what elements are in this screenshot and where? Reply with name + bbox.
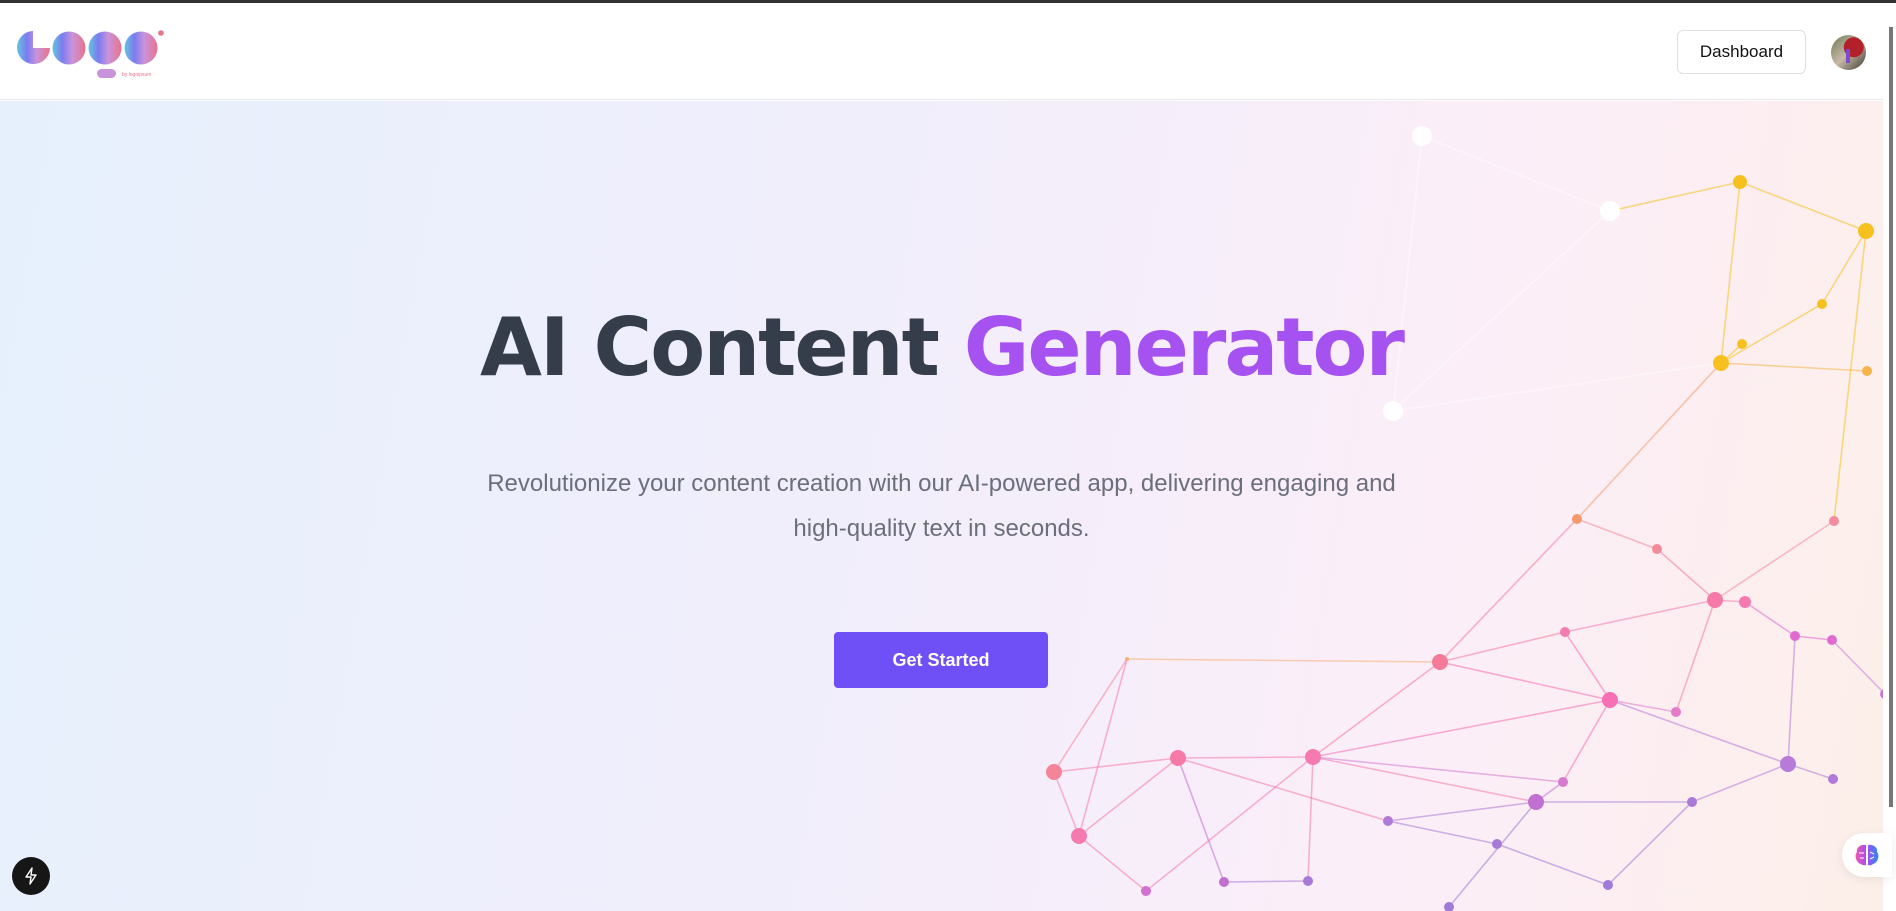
network-node	[1603, 880, 1613, 890]
network-edge	[1609, 699, 1789, 765]
network-edge	[1576, 518, 1658, 550]
network-edge	[1794, 635, 1833, 641]
network-node	[1790, 631, 1800, 641]
network-node	[1707, 592, 1723, 608]
network-node	[1558, 777, 1568, 787]
network-edge	[1421, 135, 1611, 212]
svg-text:by logoipsum: by logoipsum	[122, 72, 151, 78]
network-node	[1383, 816, 1393, 826]
network-edge	[1307, 756, 1314, 882]
network-edge	[1387, 801, 1537, 822]
title-main: AI Content	[480, 301, 940, 394]
lightning-icon[interactable]	[12, 857, 50, 895]
user-avatar[interactable]	[1831, 35, 1866, 70]
network-edge	[1053, 658, 1128, 773]
network-edge	[1177, 757, 1389, 822]
network-node	[1733, 175, 1747, 189]
scrollbar-thumb[interactable]	[1889, 27, 1893, 807]
network-node	[1219, 877, 1229, 887]
network-edge	[1312, 756, 1537, 803]
scrollbar[interactable]	[1883, 3, 1896, 911]
network-edge	[1831, 639, 1883, 694]
network-edge	[1177, 757, 1225, 883]
network-node	[1600, 201, 1620, 221]
network-node	[1303, 876, 1313, 886]
hero-section: AI Content Generator Revolutionize your …	[0, 101, 1883, 911]
network-node	[1739, 596, 1751, 608]
network-edge	[1609, 181, 1741, 212]
network-node	[1046, 764, 1062, 780]
network-edge	[1739, 181, 1867, 232]
network-node	[1652, 544, 1662, 554]
network-edge	[1562, 699, 1611, 783]
network-edge	[1787, 635, 1796, 765]
network-edge	[1714, 520, 1835, 601]
network-edge	[1312, 699, 1611, 758]
network-edge	[1744, 601, 1796, 637]
network-node	[1780, 756, 1796, 772]
network-node	[1125, 657, 1129, 661]
brain-icon[interactable]	[1842, 833, 1892, 877]
network-edge	[1439, 631, 1566, 663]
network-node	[1432, 654, 1448, 670]
network-node	[1687, 797, 1697, 807]
network-edge	[1607, 801, 1693, 886]
network-edge	[1496, 843, 1609, 886]
network-node	[1829, 516, 1839, 526]
network-node	[1141, 886, 1151, 896]
network-node	[1528, 794, 1544, 810]
network-edge	[1312, 756, 1564, 783]
network-edge	[1223, 880, 1309, 883]
network-edge	[1053, 771, 1080, 837]
get-started-button[interactable]: Get Started	[834, 632, 1048, 688]
network-node	[1412, 126, 1432, 146]
logo[interactable]: by logoipsum	[16, 27, 166, 82]
site-header: by logoipsum Dashboard	[0, 3, 1883, 100]
network-edge	[1675, 599, 1716, 713]
network-node	[1828, 774, 1838, 784]
network-edge	[1656, 548, 1716, 601]
network-node	[1602, 692, 1618, 708]
hero-subtitle: Revolutionize your content creation with…	[487, 470, 1396, 542]
network-node	[1170, 750, 1186, 766]
network-node	[1827, 635, 1837, 645]
network-edge	[1145, 756, 1314, 892]
network-edge	[1439, 518, 1578, 663]
network-edge	[1448, 801, 1537, 908]
network-edge	[1312, 661, 1441, 758]
page-title: AI Content Generator	[0, 301, 1883, 394]
network-edge	[1609, 699, 1677, 713]
network-edge	[1564, 599, 1716, 633]
dashboard-button[interactable]: Dashboard	[1677, 30, 1806, 74]
network-edge	[1177, 756, 1314, 759]
network-node	[1383, 401, 1403, 421]
network-node	[1305, 749, 1321, 765]
network-node	[1071, 828, 1087, 844]
network-edge	[1126, 658, 1441, 663]
network-edge	[1078, 658, 1128, 837]
network-edge	[1691, 763, 1789, 803]
network-node	[1671, 707, 1681, 717]
network-node	[1492, 839, 1502, 849]
title-accent: Generator	[963, 301, 1405, 394]
network-node	[1858, 223, 1874, 239]
network-edge	[1053, 757, 1179, 773]
network-node	[1572, 514, 1582, 524]
network-node	[1560, 627, 1570, 637]
network-edge	[1078, 835, 1147, 892]
network-edge	[1387, 820, 1498, 845]
network-edge	[1439, 661, 1611, 701]
network-edge	[1564, 631, 1611, 701]
network-edge	[1078, 757, 1179, 837]
